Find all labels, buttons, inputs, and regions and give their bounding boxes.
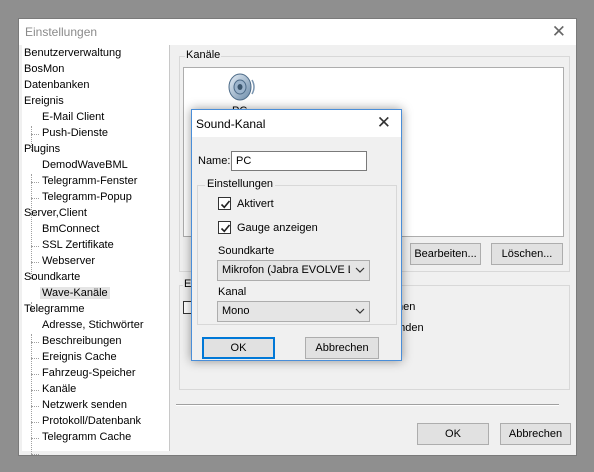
tree-guide-line [31, 198, 39, 199]
close-icon[interactable]: ✕ [377, 114, 391, 131]
tree-item-telegramm-cache[interactable]: Telegramm Cache [42, 429, 131, 445]
tree-item-ereignis-cache[interactable]: Ereignis Cache [42, 349, 117, 365]
tree-item-label: Ereignis [24, 95, 64, 107]
tree-item-soundkarte[interactable]: Soundkarte [24, 269, 80, 285]
tree-item-label: SSL Zertifikate [42, 239, 114, 251]
dialog-title-bar: Sound-Kanal ✕ [192, 110, 401, 137]
name-label: Name: [198, 155, 231, 167]
tree-item-ssl-zertifikate[interactable]: SSL Zertifikate [42, 237, 114, 253]
tree-item-label: Datenbanken [24, 79, 90, 91]
tree-item-label: Adresse, Stichwörter [42, 319, 144, 331]
tree-item-adresse-stichwoerter[interactable]: Adresse, Stichwörter [42, 317, 143, 333]
close-icon[interactable]: ✕ [552, 23, 566, 40]
tree-item-label: Server,Client [24, 207, 87, 219]
tree-item-telegramme[interactable]: Telegramme [24, 301, 85, 317]
edit-button[interactable]: Bearbeiten... [410, 243, 481, 265]
speaker-icon[interactable] [226, 70, 258, 102]
tree-item-ereignis[interactable]: Ereignis [24, 93, 64, 109]
tree-item-label: BosMon [24, 63, 65, 75]
active-checkbox[interactable] [218, 197, 231, 210]
window-title: Einstellungen [25, 25, 98, 39]
tree-guide-line [31, 342, 39, 343]
tree-item-bmconnect[interactable]: BmConnect [42, 221, 99, 237]
tree-item-wave-kanaele[interactable]: Wave-Kanäle [40, 285, 110, 301]
tree-item-benutzerverwaltung[interactable]: Benutzerverwaltung [24, 45, 121, 61]
tree-guide-line [31, 182, 39, 183]
tree-guide-line [31, 454, 39, 455]
settings-tree: Benutzerverwaltung BosMon Datenbanken Er… [22, 45, 170, 455]
tree-item-email-client[interactable]: E-Mail Client [42, 109, 104, 125]
tree-guide-line [31, 438, 39, 439]
tree-guide-line [31, 246, 39, 247]
tree-item-label: Benutzerverwaltung [24, 47, 122, 59]
tree-item-fahrzeug-speicher[interactable]: Fahrzeug-Speicher [42, 365, 136, 381]
tree-item-kanaele[interactable]: Kanäle [42, 381, 76, 397]
tree-item-label: Soundkarte [24, 271, 81, 283]
tree-guide-line [31, 374, 39, 375]
tree-item-telegramm-fenster[interactable]: Telegramm-Fenster [42, 173, 137, 189]
tree-item-label: Webserver [42, 255, 95, 267]
tree-item-demodwavebml[interactable]: DemodWaveBML [42, 157, 128, 173]
tree-item-label: Telegramme [24, 303, 85, 315]
tree-guide-line [31, 134, 39, 135]
checkmark-icon [220, 224, 231, 233]
channels-group-label: Kanäle [185, 49, 222, 61]
tree-item-label: Plugins [24, 143, 61, 155]
tree-guide-line [31, 390, 39, 391]
tree-item-server-client[interactable]: Server,Client [24, 205, 87, 221]
tree-item-webserver[interactable]: Webserver [42, 253, 95, 269]
chevron-down-icon [355, 267, 365, 273]
tree-item-plugins[interactable]: Plugins [24, 141, 60, 157]
tree-item-label: Telegramm-Fenster [42, 175, 138, 187]
soundcard-select[interactable]: Mikrofon (Jabra EVOLVE LI [217, 260, 370, 281]
tree-item-label: Netzwerk senden [42, 399, 127, 411]
tree-guide-line [31, 358, 39, 359]
tree-item-beschreibungen[interactable]: Beschreibungen [42, 333, 122, 349]
tree-item-label: Beschreibungen [42, 335, 122, 347]
tree-item-label: Wave-Kanäle [40, 287, 110, 299]
channel-label: Kanal [218, 286, 247, 298]
tree-item-label: Fahrzeug-Speicher [42, 367, 136, 379]
gauge-checkbox-label[interactable]: Gauge anzeigen [237, 222, 318, 234]
tree-item-bosmon[interactable]: BosMon [24, 61, 64, 77]
tree-item-netzwerk-senden[interactable]: Netzwerk senden [42, 397, 127, 413]
tree-item-label: Telegramm Cache [42, 431, 132, 443]
title-bar: Einstellungen ✕ [19, 19, 576, 45]
tree-item-label: E-Mail Client [42, 111, 105, 123]
dialog-ok-button[interactable]: OK [202, 337, 275, 359]
tree-item-protokoll-datenbank[interactable]: Protokoll/Datenbank [42, 413, 141, 429]
tree-item-label: DemodWaveBML [42, 159, 128, 171]
tree-item-label: Kanäle [42, 383, 77, 395]
tree-guide-line [31, 406, 39, 407]
dialog-cancel-button[interactable]: Abbrechen [305, 337, 379, 359]
chevron-down-icon [355, 308, 365, 314]
name-input[interactable]: PC [231, 151, 367, 171]
tree-guide-line [31, 262, 39, 263]
tree-item-push-dienste[interactable]: Push-Dienste [42, 125, 108, 141]
soundcard-label: Soundkarte [218, 245, 275, 257]
channel-value: Mono [222, 305, 250, 317]
tree-item-label: Ereignis Cache [42, 351, 117, 363]
channel-select[interactable]: Mono [217, 301, 370, 322]
checkmark-icon [220, 200, 231, 209]
cancel-button[interactable]: Abbrechen [500, 423, 571, 445]
dialog-title: Sound-Kanal [196, 117, 266, 131]
delete-button[interactable]: Löschen... [491, 243, 563, 265]
tree-item-datenbanken[interactable]: Datenbanken [24, 77, 89, 93]
ok-button[interactable]: OK [417, 423, 489, 445]
gauge-checkbox[interactable] [218, 221, 231, 234]
tree-item-label: Protokoll/Datenbank [42, 415, 142, 427]
tree-item-telegramm-popup[interactable]: Telegramm-Popup [42, 189, 132, 205]
tree-guide-line [31, 422, 39, 423]
soundcard-value: Mikrofon (Jabra EVOLVE LI [222, 264, 350, 276]
settings-group-label: Einstellungen [205, 178, 276, 190]
sound-channel-dialog: Sound-Kanal ✕ Name: PC Einstellungen Akt… [191, 109, 402, 361]
active-checkbox-label[interactable]: Aktivert [237, 198, 274, 210]
separator [176, 404, 559, 406]
tree-item-label: Push-Dienste [42, 127, 109, 139]
tree-guide-line [31, 334, 32, 454]
tree-item-label: Telegramm-Popup [42, 191, 132, 203]
tree-item-label: BmConnect [42, 223, 100, 235]
